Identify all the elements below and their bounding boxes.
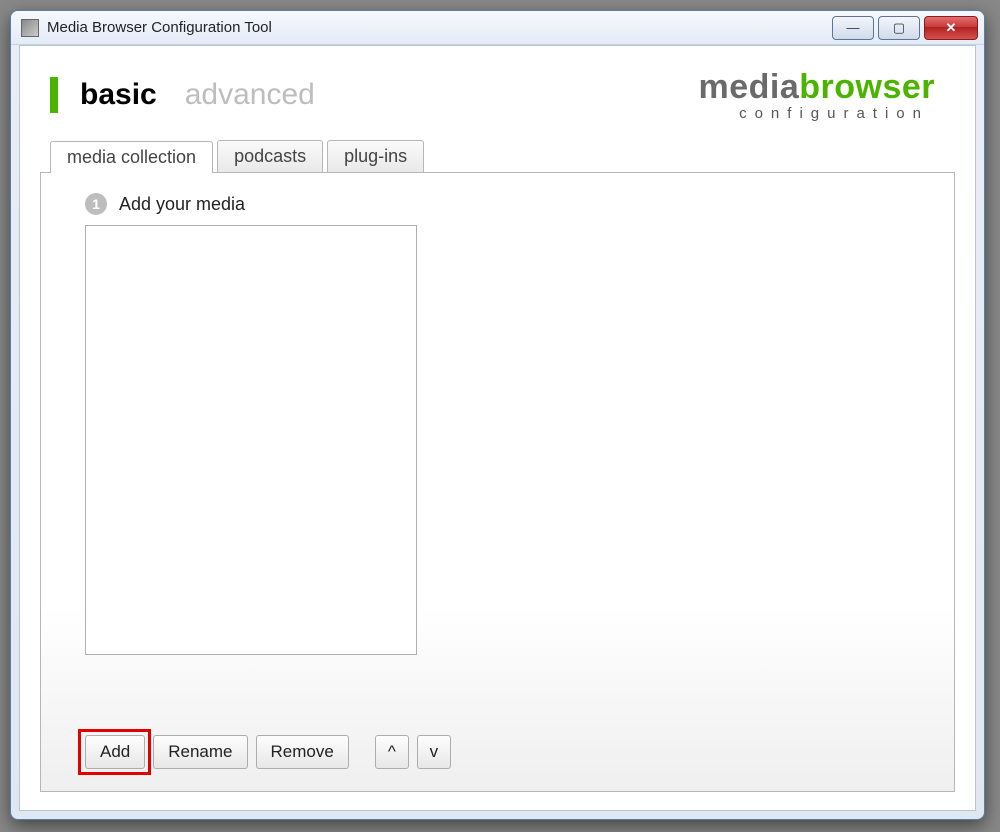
titlebar[interactable]: Media Browser Configuration Tool — ▢ ✕ xyxy=(11,11,984,45)
nav-basic[interactable]: basic xyxy=(80,78,157,112)
add-button[interactable]: Add xyxy=(85,735,145,769)
media-list[interactable] xyxy=(85,225,417,655)
tab-media-collection[interactable]: media collection xyxy=(50,141,213,173)
step-header: 1 Add your media xyxy=(85,193,954,215)
tabs-container: media collection podcasts plug-ins 1 Add… xyxy=(40,140,955,792)
close-button[interactable]: ✕ xyxy=(924,16,978,40)
tab-plugins[interactable]: plug-ins xyxy=(327,140,424,172)
maximize-button[interactable]: ▢ xyxy=(878,16,920,40)
logo: mediabrowser configuration xyxy=(698,68,945,122)
logo-part1: media xyxy=(698,68,799,106)
accent-bar xyxy=(50,77,58,113)
step-label: Add your media xyxy=(119,194,245,215)
window-title: Media Browser Configuration Tool xyxy=(47,19,832,36)
button-row: Add Rename Remove ^ v xyxy=(85,735,451,769)
remove-button[interactable]: Remove xyxy=(256,735,349,769)
move-down-button[interactable]: v xyxy=(417,735,451,769)
tabstrip: media collection podcasts plug-ins xyxy=(40,140,955,172)
window-controls: — ▢ ✕ xyxy=(832,16,982,40)
tab-podcasts[interactable]: podcasts xyxy=(217,140,323,172)
logo-part2: browser xyxy=(799,68,935,106)
rename-button[interactable]: Rename xyxy=(153,735,247,769)
app-icon xyxy=(21,19,39,37)
tab-panel: 1 Add your media Add Rename Remove ^ v xyxy=(40,172,955,792)
move-up-button[interactable]: ^ xyxy=(375,735,409,769)
step-number-badge: 1 xyxy=(85,193,107,215)
window-frame: Media Browser Configuration Tool — ▢ ✕ b… xyxy=(10,10,985,820)
client-area: basic advanced mediabrowser configuratio… xyxy=(19,45,976,811)
minimize-button[interactable]: — xyxy=(832,16,874,40)
nav-advanced[interactable]: advanced xyxy=(185,78,315,112)
logo-subtitle: configuration xyxy=(698,105,935,122)
top-nav: basic advanced mediabrowser configuratio… xyxy=(20,46,975,140)
